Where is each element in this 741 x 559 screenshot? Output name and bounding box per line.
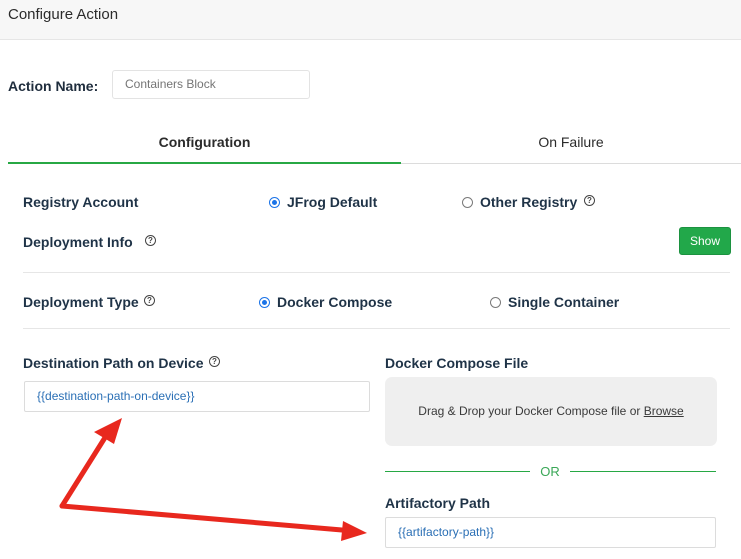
red-arrow-head-up [94, 418, 122, 444]
red-arrow-head-right [341, 521, 367, 541]
annotation-arrows [59, 418, 367, 541]
annotation-arrow-up-line [59, 433, 109, 509]
annotation-arrow-right-line [59, 503, 345, 533]
